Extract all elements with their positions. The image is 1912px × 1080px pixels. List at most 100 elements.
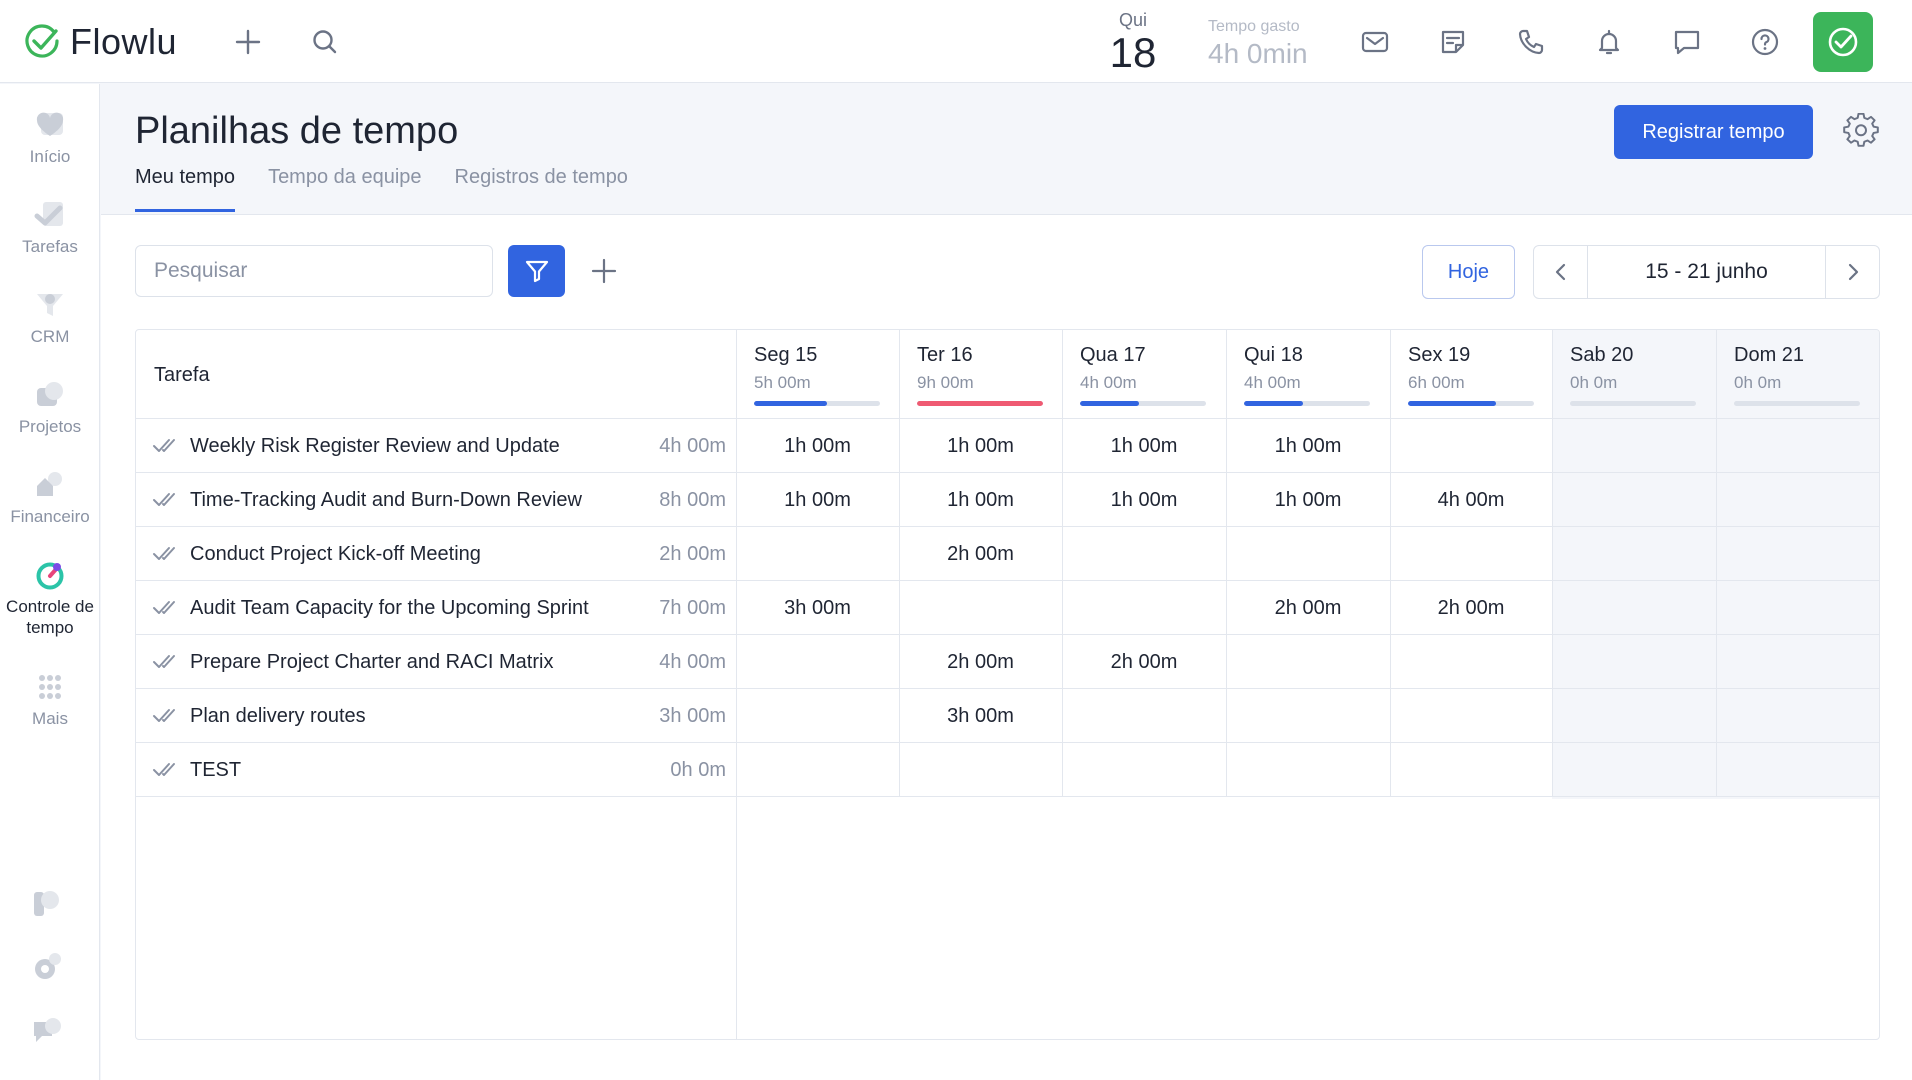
time-cell[interactable]	[736, 527, 899, 581]
time-cell[interactable]	[1226, 689, 1390, 743]
chat-icon[interactable]	[1667, 22, 1707, 62]
register-time-button[interactable]: Registrar tempo	[1614, 105, 1813, 159]
time-cell[interactable]: 1h 00m	[736, 419, 899, 473]
time-cell[interactable]	[1716, 527, 1879, 581]
task-name[interactable]: Prepare Project Charter and RACI Matrix	[190, 651, 553, 674]
date-range-label[interactable]: 15 - 21 junho	[1587, 246, 1826, 298]
today-button[interactable]: Hoje	[1422, 245, 1515, 299]
sidebar-item-crm[interactable]: CRM	[0, 288, 100, 347]
sidebar-item-projetos[interactable]: Projetos	[0, 378, 100, 437]
help-icon[interactable]	[1745, 22, 1785, 62]
next-week-button[interactable]	[1826, 246, 1879, 298]
time-cell[interactable]: 1h 00m	[899, 419, 1062, 473]
sidebar-item-financeiro[interactable]: Financeiro	[0, 468, 100, 527]
time-cell[interactable]	[1226, 743, 1390, 797]
time-cell[interactable]	[736, 635, 899, 689]
time-cell[interactable]	[1390, 527, 1552, 581]
tab-tempo-da-equipe[interactable]: Tempo da equipe	[268, 166, 421, 212]
time-cell[interactable]: 2h 00m	[1062, 635, 1226, 689]
table-row[interactable]: Audit Team Capacity for the Upcoming Spr…	[136, 581, 1879, 635]
table-row[interactable]: Weekly Risk Register Review and Update 4h…	[136, 419, 1879, 473]
time-cell[interactable]	[1716, 635, 1879, 689]
time-cell[interactable]	[1716, 743, 1879, 797]
task-name[interactable]: Conduct Project Kick-off Meeting	[190, 543, 481, 566]
time-cell[interactable]: 2h 00m	[1226, 581, 1390, 635]
time-cell[interactable]	[1716, 581, 1879, 635]
sidebar-item-inicio[interactable]: Início	[0, 108, 100, 167]
task-name[interactable]: Plan delivery routes	[190, 705, 366, 728]
time-cell[interactable]	[1062, 527, 1226, 581]
time-cell[interactable]	[1062, 581, 1226, 635]
time-cell[interactable]	[1552, 473, 1716, 527]
plus-icon[interactable]	[228, 22, 268, 62]
table-row[interactable]: Conduct Project Kick-off Meeting 2h 00m 2h…	[136, 527, 1879, 581]
task-name[interactable]: TEST	[190, 759, 241, 782]
time-cell[interactable]	[899, 743, 1062, 797]
time-cell[interactable]	[1716, 473, 1879, 527]
gear-icon[interactable]	[1843, 113, 1879, 149]
time-cell[interactable]	[1552, 527, 1716, 581]
time-cell[interactable]	[1552, 581, 1716, 635]
table-row[interactable]: Prepare Project Charter and RACI Matrix 4…	[136, 635, 1879, 689]
table-row[interactable]: Time-Tracking Audit and Burn-Down Review…	[136, 473, 1879, 527]
settings-icon[interactable]	[30, 950, 64, 984]
time-cell[interactable]: 1h 00m	[1226, 419, 1390, 473]
sidebar-item-label: Projetos	[18, 417, 82, 436]
time-cell[interactable]	[1062, 743, 1226, 797]
day-progress-bar	[1734, 401, 1860, 406]
feedback-icon[interactable]	[30, 1014, 64, 1048]
double-check-icon	[153, 655, 175, 668]
check-circle-icon	[1828, 27, 1858, 57]
time-cell[interactable]	[1062, 689, 1226, 743]
time-cell[interactable]	[1716, 689, 1879, 743]
time-cell[interactable]	[1552, 689, 1716, 743]
time-cell[interactable]: 3h 00m	[736, 581, 899, 635]
table-row[interactable]: Plan delivery routes 3h 00m 3h 00m	[136, 689, 1879, 743]
integrations-icon[interactable]	[30, 886, 64, 920]
time-cell[interactable]: 1h 00m	[1062, 419, 1226, 473]
task-check-button[interactable]	[1813, 12, 1873, 72]
tab-registros-de-tempo[interactable]: Registros de tempo	[455, 166, 628, 212]
time-cell[interactable]	[1552, 419, 1716, 473]
time-cell[interactable]	[1390, 419, 1552, 473]
sidebar-item-controle-de-tempo[interactable]: Controle de tempo	[0, 558, 100, 638]
previous-week-button[interactable]	[1534, 246, 1587, 298]
time-cell[interactable]: 2h 00m	[899, 527, 1062, 581]
time-cell[interactable]	[1716, 419, 1879, 473]
time-cell[interactable]: 2h 00m	[1390, 581, 1552, 635]
table-row[interactable]: TEST 0h 0m	[136, 743, 1879, 797]
time-cell[interactable]: 3h 00m	[899, 689, 1062, 743]
filter-button[interactable]	[508, 245, 565, 297]
sidebar-item-mais[interactable]: Mais	[0, 670, 100, 729]
time-cell[interactable]: 1h 00m	[736, 473, 899, 527]
time-cell[interactable]	[1390, 635, 1552, 689]
time-cell[interactable]	[1226, 527, 1390, 581]
search-icon[interactable]	[305, 22, 345, 62]
time-cell[interactable]	[1226, 635, 1390, 689]
time-cell[interactable]: 4h 00m	[1390, 473, 1552, 527]
task-name[interactable]: Time-Tracking Audit and Burn-Down Review	[190, 489, 582, 512]
time-cell[interactable]	[736, 743, 899, 797]
sidebar-item-tarefas[interactable]: Tarefas	[0, 198, 100, 257]
mail-icon[interactable]	[1355, 22, 1395, 62]
time-cell[interactable]: 2h 00m	[899, 635, 1062, 689]
time-cell[interactable]	[1552, 635, 1716, 689]
time-cell[interactable]	[899, 581, 1062, 635]
task-name[interactable]: Weekly Risk Register Review and Update	[190, 435, 560, 458]
time-cell[interactable]	[1552, 743, 1716, 797]
time-cell[interactable]	[736, 689, 899, 743]
tab-meu-tempo[interactable]: Meu tempo	[135, 166, 236, 212]
time-cell[interactable]: 1h 00m	[899, 473, 1062, 527]
search-input[interactable]	[135, 245, 493, 297]
notes-icon[interactable]	[1433, 22, 1473, 62]
time-cell[interactable]: 1h 00m	[1062, 473, 1226, 527]
time-cell[interactable]	[1390, 689, 1552, 743]
logo[interactable]: Flowlu	[24, 21, 177, 62]
day-progress-fill	[917, 401, 1043, 406]
phone-icon[interactable]	[1511, 22, 1551, 62]
bell-icon[interactable]	[1589, 22, 1629, 62]
time-cell[interactable]: 1h 00m	[1226, 473, 1390, 527]
time-cell[interactable]	[1390, 743, 1552, 797]
add-row-button[interactable]	[584, 251, 624, 291]
task-name[interactable]: Audit Team Capacity for the Upcoming Spr…	[190, 597, 589, 620]
